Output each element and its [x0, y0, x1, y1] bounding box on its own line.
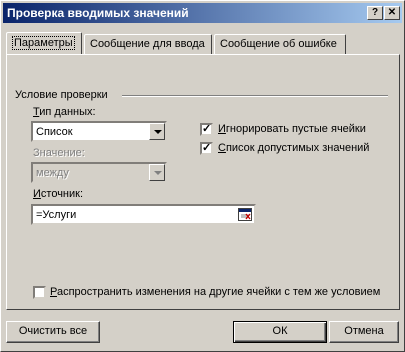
source-value: =Услуги: [36, 209, 77, 221]
apply-to-all-label[interactable]: Распространить изменения на другие ячейк…: [50, 286, 380, 298]
title-bar[interactable]: Проверка вводимых значений ? ✕: [3, 3, 402, 23]
tab-error-alert[interactable]: Сообщение об ошибке: [214, 34, 346, 54]
group-divider: [122, 95, 388, 97]
tab-settings-label: Параметры: [12, 36, 75, 50]
data-type-label: Тип данных:: [33, 106, 96, 118]
window-title: Проверка вводимых значений: [7, 6, 189, 20]
tab-input-message-label: Сообщение для ввода: [90, 38, 205, 50]
close-button[interactable]: ✕: [384, 6, 400, 20]
ignore-blank-label[interactable]: Игнорировать пустые ячейки: [218, 123, 366, 135]
check-icon: ✓: [202, 142, 212, 154]
ignore-blank-checkbox[interactable]: ✓: [200, 123, 213, 136]
data-validation-dialog: Проверка вводимых значений ? ✕ Параметры…: [0, 0, 405, 352]
chevron-down-icon: [154, 171, 162, 175]
collapse-dialog-icon[interactable]: [238, 208, 252, 221]
source-input[interactable]: =Услуги: [31, 204, 256, 225]
in-cell-dropdown-checkbox[interactable]: ✓: [200, 142, 213, 155]
condition-select: между: [31, 162, 167, 183]
data-type-dropdown-button[interactable]: [149, 123, 165, 140]
apply-to-all-checkbox[interactable]: [33, 286, 46, 299]
cancel-button[interactable]: Отмена: [329, 321, 399, 343]
validation-criteria-heading: Условие проверки: [15, 89, 108, 101]
source-label: Источник:: [33, 188, 84, 200]
help-button[interactable]: ?: [367, 6, 383, 20]
in-cell-dropdown-label[interactable]: Список допустимых значений: [218, 142, 369, 154]
tab-input-message[interactable]: Сообщение для ввода: [84, 34, 212, 54]
tab-error-alert-label: Сообщение об ошибке: [220, 38, 337, 50]
data-type-value: Список: [36, 126, 73, 138]
chevron-down-icon: [154, 130, 162, 134]
data-type-select[interactable]: Список: [31, 121, 167, 142]
condition-value: между: [36, 167, 69, 179]
clear-all-button[interactable]: Очистить все: [6, 321, 100, 343]
condition-label: Значение:: [33, 147, 85, 159]
close-icon: ✕: [387, 7, 397, 18]
tab-settings[interactable]: Параметры: [6, 32, 82, 54]
condition-dropdown-button: [149, 164, 165, 181]
ok-button[interactable]: ОК: [233, 321, 327, 343]
check-icon: ✓: [202, 123, 212, 135]
